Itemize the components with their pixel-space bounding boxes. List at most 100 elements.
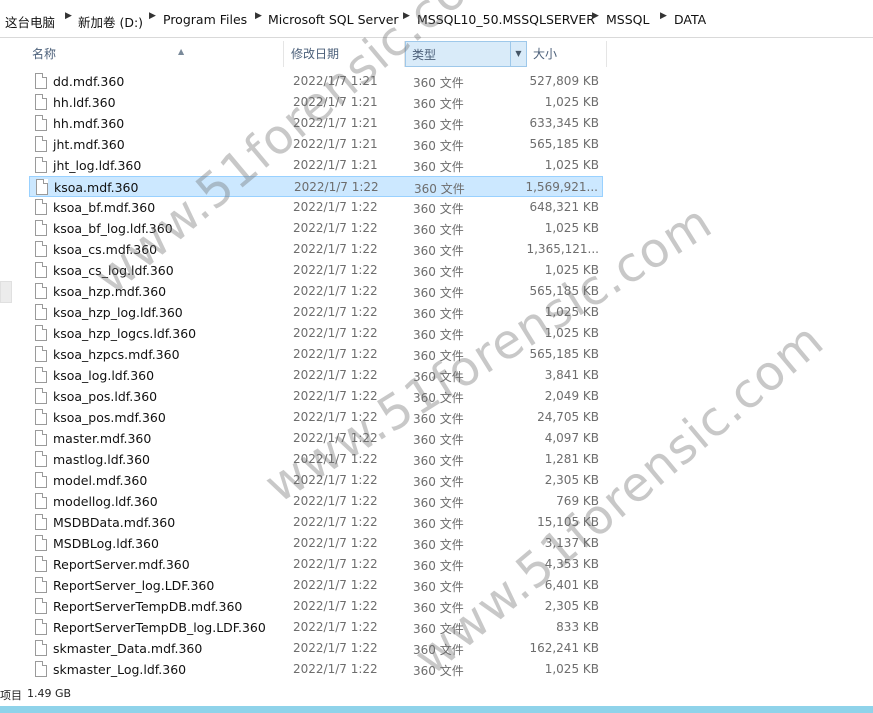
breadcrumb-microsoft-sql-server[interactable]: Microsoft SQL Server	[268, 12, 399, 27]
file-type: 360 文件	[413, 97, 464, 111]
breadcrumb-mssql-instance[interactable]: MSSQL10_50.MSSQLSERVER	[417, 12, 595, 27]
chevron-down-icon[interactable]: ▼	[510, 42, 526, 66]
file-date: 2022/1/7 1:22	[293, 221, 378, 235]
chevron-right-icon[interactable]: ▶	[660, 11, 667, 21]
file-icon	[35, 73, 47, 89]
chevron-right-icon[interactable]: ▶	[255, 11, 262, 21]
file-row[interactable]: jht.mdf.360 2022/1/7 1:21 360 文件 565,185 KB	[29, 134, 603, 155]
chevron-right-icon[interactable]: ▶	[592, 11, 599, 21]
file-row[interactable]: ReportServer_log.LDF.360 2022/1/7 1:22 360…	[29, 575, 603, 596]
file-date: 2022/1/7 1:22	[293, 200, 378, 214]
file-row[interactable]: ksoa_hzp_logcs.ldf.360 2022/1/7 1:22 360 文…	[29, 323, 603, 344]
column-header-type[interactable]: 类型 ▼	[405, 41, 527, 67]
file-row[interactable]: MSDBLog.ldf.360 2022/1/7 1:22 360 文件 3,137 …	[29, 533, 603, 554]
file-size: 1,025 KB	[544, 305, 599, 319]
file-type: 360 文件	[413, 643, 464, 657]
file-row[interactable]: model.mdf.360 2022/1/7 1:22 360 文件 2,305 KB	[29, 470, 603, 491]
file-row[interactable]: MSDBData.mdf.360 2022/1/7 1:22 360 文件 15,10…	[29, 512, 603, 533]
file-name: ksoa.mdf.360	[54, 180, 139, 195]
file-icon	[35, 325, 47, 341]
file-row[interactable]: hh.ldf.360 2022/1/7 1:21 360 文件 1,025 KB	[29, 92, 603, 113]
file-row[interactable]: skmaster_Data.mdf.360 2022/1/7 1:22 360 文件…	[29, 638, 603, 659]
file-type: 360 文件	[413, 286, 464, 300]
file-size: 1,569,921...	[525, 180, 598, 194]
file-name: mastlog.ldf.360	[53, 452, 151, 467]
file-row[interactable]: ksoa_cs.mdf.360 2022/1/7 1:22 360 文件 1,365,…	[29, 239, 603, 260]
status-items-label: 项目	[0, 689, 22, 702]
column-type-label: 类型	[412, 48, 437, 62]
breadcrumb-this-pc[interactable]: 这台电脑	[5, 12, 55, 31]
column-header-size[interactable]: 大小	[527, 41, 607, 67]
file-row[interactable]: ksoa_pos.mdf.360 2022/1/7 1:22 360 文件 24,70…	[29, 407, 603, 428]
file-date: 2022/1/7 1:22	[293, 242, 378, 256]
file-icon	[35, 430, 47, 446]
file-row[interactable]: mastlog.ldf.360 2022/1/7 1:22 360 文件 1,281 …	[29, 449, 603, 470]
file-row[interactable]: ksoa_hzpcs.mdf.360 2022/1/7 1:22 360 文件 565…	[29, 344, 603, 365]
breadcrumb-mssql[interactable]: MSSQL	[606, 12, 649, 27]
file-name: hh.mdf.360	[53, 116, 125, 131]
file-date: 2022/1/7 1:22	[293, 620, 378, 634]
file-name: ksoa_hzp_log.ldf.360	[53, 305, 183, 320]
file-row[interactable]: ksoa_hzp.mdf.360 2022/1/7 1:22 360 文件 565,1…	[29, 281, 603, 302]
file-icon	[35, 367, 47, 383]
file-date: 2022/1/7 1:22	[293, 326, 378, 340]
file-row[interactable]: ksoa_bf_log.ldf.360 2022/1/7 1:22 360 文件 1,…	[29, 218, 603, 239]
file-date: 2022/1/7 1:22	[293, 347, 378, 361]
file-type: 360 文件	[413, 454, 464, 468]
file-size: 1,025 KB	[544, 326, 599, 340]
file-size: 2,305 KB	[544, 473, 599, 487]
chevron-right-icon[interactable]: ▶	[65, 11, 72, 21]
file-date: 2022/1/7 1:22	[293, 284, 378, 298]
file-type: 360 文件	[413, 517, 464, 531]
file-row[interactable]: skmaster_Log.ldf.360 2022/1/7 1:22 360 文件 1…	[29, 659, 603, 680]
file-row[interactable]: dd.mdf.360 2022/1/7 1:21 360 文件 527,809 KB	[29, 71, 603, 92]
file-type: 360 文件	[413, 664, 464, 678]
file-row[interactable]: ksoa_bf.mdf.360 2022/1/7 1:22 360 文件 648,32…	[29, 197, 603, 218]
column-header-date[interactable]: 修改日期	[285, 41, 405, 67]
file-row[interactable]: ksoa.mdf.360 2022/1/7 1:22 360 文件 1,569,921…	[29, 176, 603, 197]
file-type: 360 文件	[413, 202, 464, 216]
file-size: 633,345 KB	[529, 116, 599, 130]
navigation-pane-edge[interactable]	[0, 281, 12, 303]
file-row[interactable]: ksoa_cs_log.ldf.360 2022/1/7 1:22 360 文件 1,…	[29, 260, 603, 281]
file-date: 2022/1/7 1:22	[293, 578, 378, 592]
chevron-right-icon[interactable]: ▶	[149, 11, 156, 21]
file-name: modellog.ldf.360	[53, 494, 158, 509]
file-icon	[35, 640, 47, 656]
file-size: 1,025 KB	[544, 662, 599, 676]
file-size: 6,401 KB	[544, 578, 599, 592]
file-row[interactable]: ksoa_pos.ldf.360 2022/1/7 1:22 360 文件 2,049…	[29, 386, 603, 407]
file-type: 360 文件	[413, 118, 464, 132]
file-row[interactable]: ksoa_hzp_log.ldf.360 2022/1/7 1:22 360 文件 1…	[29, 302, 603, 323]
file-name: ksoa_cs.mdf.360	[53, 242, 158, 257]
file-name: hh.ldf.360	[53, 95, 116, 110]
file-row[interactable]: ReportServer.mdf.360 2022/1/7 1:22 360 文件 4…	[29, 554, 603, 575]
file-row[interactable]: ksoa_log.ldf.360 2022/1/7 1:22 360 文件 3,841…	[29, 365, 603, 386]
file-icon	[35, 535, 47, 551]
file-icon	[35, 304, 47, 320]
breadcrumb-data[interactable]: DATA	[674, 12, 706, 27]
chevron-right-icon[interactable]: ▶	[403, 11, 410, 21]
file-row[interactable]: hh.mdf.360 2022/1/7 1:21 360 文件 633,345 KB	[29, 113, 603, 134]
column-header-name[interactable]: 名称 ▲	[26, 41, 284, 67]
file-date: 2022/1/7 1:21	[293, 158, 378, 172]
file-type: 360 文件	[413, 580, 464, 594]
file-type: 360 文件	[413, 160, 464, 174]
file-name: model.mdf.360	[53, 473, 148, 488]
breadcrumb-program-files[interactable]: Program Files	[163, 12, 247, 27]
file-row[interactable]: ReportServerTempDB.mdf.360 2022/1/7 1:22 3…	[29, 596, 603, 617]
file-icon	[35, 451, 47, 467]
file-size: 2,049 KB	[544, 389, 599, 403]
file-size: 565,185 KB	[529, 347, 599, 361]
file-size: 24,705 KB	[537, 410, 599, 424]
file-icon	[35, 262, 47, 278]
file-name: ksoa_bf.mdf.360	[53, 200, 156, 215]
file-row[interactable]: ReportServerTempDB_log.LDF.360 2022/1/7 1…	[29, 617, 603, 638]
file-row[interactable]: jht_log.ldf.360 2022/1/7 1:21 360 文件 1,025 …	[29, 155, 603, 176]
file-row[interactable]: master.mdf.360 2022/1/7 1:22 360 文件 4,097 K…	[29, 428, 603, 449]
file-row[interactable]: modellog.ldf.360 2022/1/7 1:22 360 文件 769 K…	[29, 491, 603, 512]
file-date: 2022/1/7 1:22	[293, 263, 378, 277]
address-bar[interactable]: 这台电脑 ▶ 新加卷 (D:) ▶ Program Files ▶ Micros…	[0, 0, 873, 38]
breadcrumb-drive-d[interactable]: 新加卷 (D:)	[78, 12, 143, 31]
file-name: skmaster_Log.ldf.360	[53, 662, 187, 677]
